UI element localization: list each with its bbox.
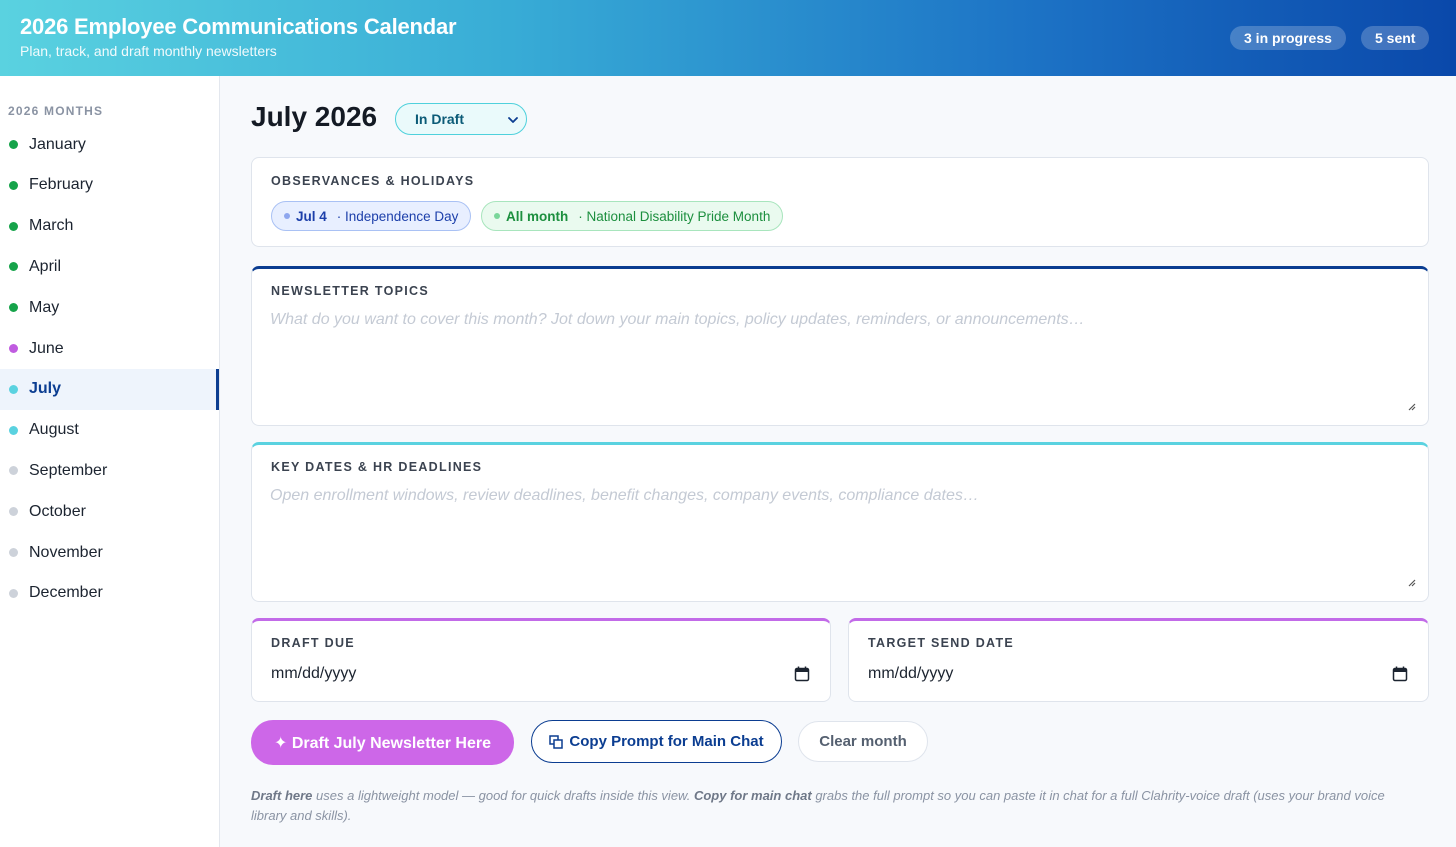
target-send-label: TARGET SEND DATE [868, 636, 1015, 650]
sidebar-item-label: September [29, 461, 108, 479]
sidebar-item-march[interactable]: March [0, 206, 219, 247]
key-dates-textarea[interactable]: Open enrollment windows, review deadline… [270, 487, 1412, 583]
sidebar-item-label: December [29, 584, 103, 602]
observance-name: · Independence Day [336, 208, 459, 224]
app-subtitle: Plan, track, and draft monthly newslette… [20, 43, 277, 59]
status-dot-icon [9, 548, 18, 557]
copy-prompt-button[interactable]: Copy Prompt for Main Chat [531, 720, 782, 763]
sidebar-item-february[interactable]: February [0, 165, 219, 206]
draft-due-card: DRAFT DUE mm/dd/yyyy [251, 618, 831, 702]
page-title: July 2026 [251, 101, 378, 132]
key-dates-label: KEY DATES & HR DEADLINES [271, 460, 483, 474]
resize-handle-icon[interactable] [1406, 401, 1416, 411]
status-select[interactable]: In Draft [395, 103, 527, 135]
sidebar-item-august[interactable]: August [0, 410, 219, 451]
sidebar-item-october[interactable]: October [0, 491, 219, 532]
sidebar-item-label: March [29, 217, 74, 235]
observance-chip[interactable]: All month · National Disability Pride Mo… [481, 201, 784, 231]
app-header: 2026 Employee Communications Calendar Pl… [0, 0, 1456, 76]
resize-handle-icon[interactable] [1406, 577, 1416, 587]
observances-card: OBSERVANCES & HOLIDAYS Jul 4 · Independe… [251, 157, 1429, 247]
sidebar-item-label: June [29, 339, 64, 357]
sidebar-item-september[interactable]: September [0, 450, 219, 491]
note-bold: Draft here [251, 788, 313, 803]
observances-label: OBSERVANCES & HOLIDAYS [271, 174, 475, 188]
sidebar-item-label: April [29, 257, 62, 275]
sent-badge[interactable]: 5 sent [1361, 26, 1430, 50]
key-dates-card: KEY DATES & HR DEADLINES Open enrollment… [251, 442, 1429, 602]
status-dot-icon [9, 507, 18, 517]
sidebar-item-label: November [29, 543, 103, 561]
in-progress-badge[interactable]: 3 in progress [1230, 26, 1346, 50]
sidebar-item-january[interactable]: January [0, 124, 219, 165]
dot-icon [284, 213, 290, 219]
app-title: 2026 Employee Communications Calendar [20, 14, 457, 39]
chevron-down-icon [508, 117, 518, 123]
sidebar-item-december[interactable]: December [0, 573, 219, 614]
draft-due-label: DRAFT DUE [271, 636, 355, 650]
copy-icon [549, 734, 564, 749]
sidebar-item-label: January [29, 135, 86, 153]
sidebar-item-may[interactable]: May [0, 287, 219, 328]
draft-due-input[interactable]: mm/dd/yyyy [271, 665, 356, 683]
status-value: In Draft [415, 111, 464, 127]
status-dot-icon [9, 180, 18, 190]
topics-textarea[interactable]: What do you want to cover this month? Jo… [270, 311, 1412, 407]
status-dot-icon [9, 221, 18, 231]
sidebar-item-june[interactable]: June [0, 328, 219, 369]
calendar-icon[interactable] [794, 666, 810, 682]
newsletter-topics-card: NEWSLETTER TOPICS What do you want to co… [251, 266, 1429, 426]
sidebar-item-label: October [29, 502, 86, 520]
note-bold: Copy for main chat [693, 788, 812, 803]
note-text: uses a lightweight model — good for quic… [312, 788, 694, 803]
status-dot-icon [9, 344, 18, 353]
draft-newsletter-button[interactable]: ✦ Draft July Newsletter Here [251, 720, 514, 765]
status-dot-icon [9, 303, 18, 313]
status-dot-icon [9, 262, 18, 272]
sidebar-item-label: February [29, 176, 94, 194]
sidebar-item-label: July [29, 380, 62, 398]
observance-date: Jul 4 [296, 208, 327, 224]
observance-date: All month [506, 208, 569, 224]
sidebar-item-april[interactable]: April [0, 246, 219, 287]
sidebar: 2026 MONTHS January February March April May… [0, 76, 220, 847]
topics-label: NEWSLETTER TOPICS [271, 284, 429, 298]
sidebar-item-label: August [29, 421, 79, 439]
target-send-card: TARGET SEND DATE mm/dd/yyyy [848, 618, 1429, 702]
copy-prompt-label: Copy Prompt for Main Chat [569, 733, 764, 750]
sidebar-item-label: May [29, 298, 60, 316]
observance-chip[interactable]: Jul 4 · Independence Day [271, 201, 472, 231]
status-dot-icon [9, 140, 18, 149]
dot-icon [494, 213, 500, 219]
target-send-input[interactable]: mm/dd/yyyy [868, 665, 953, 683]
status-dot-icon [9, 466, 18, 476]
sidebar-item-november[interactable]: November [0, 532, 219, 573]
sidebar-heading: 2026 MONTHS [8, 104, 104, 118]
observance-name: · National Disability Pride Month [578, 208, 771, 224]
help-note: Draft here uses a lightweight model — go… [251, 786, 1416, 826]
clear-month-button[interactable]: Clear month [798, 721, 928, 762]
calendar-icon[interactable] [1392, 666, 1408, 682]
status-dot-icon [9, 384, 18, 394]
status-dot-icon [9, 588, 18, 598]
status-dot-icon [9, 425, 18, 435]
sidebar-item-july[interactable]: July [0, 368, 219, 410]
